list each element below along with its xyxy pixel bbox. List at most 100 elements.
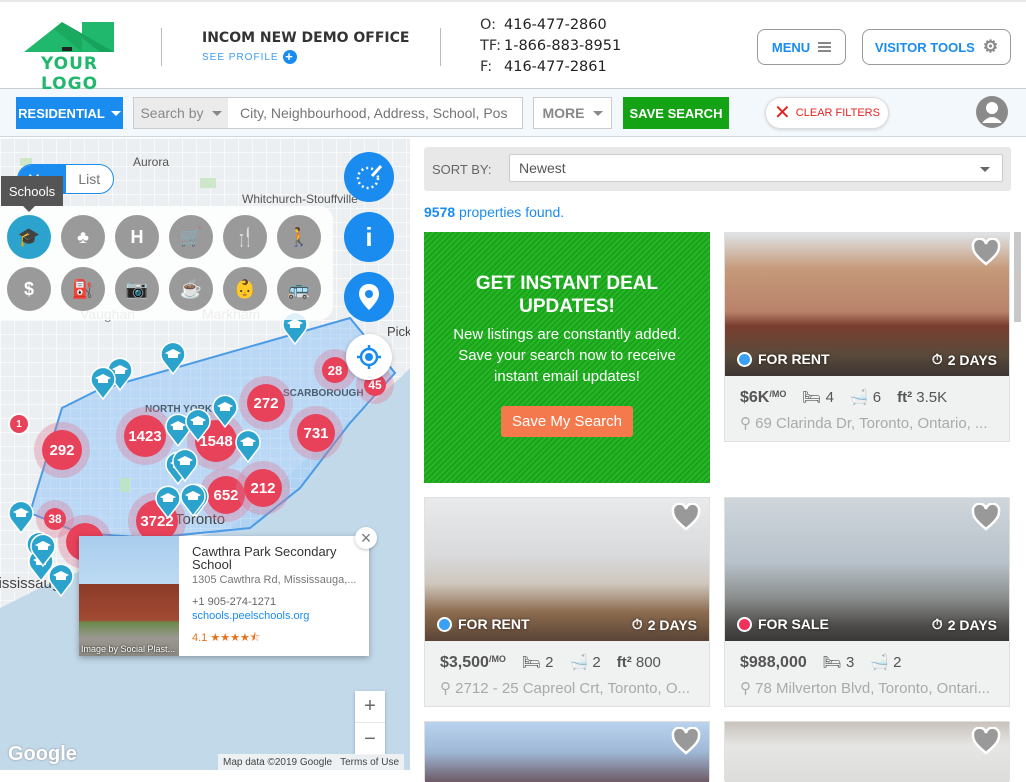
place-website-link[interactable]: schools.peelschools.org xyxy=(192,610,309,622)
visitor-tools-button[interactable]: VISITOR TOOLS ⚙ xyxy=(862,29,1011,65)
listing-card[interactable]: FOR SALE ⏱ 2 DAYS $988,000 🛏 3 🛁 2 ⚲ 78 M… xyxy=(724,497,1010,707)
listing-card[interactable]: FOR RENT ⏱ 2 DAYS $3,500/MO 🛏 2 🛁 2 ft² 8… xyxy=(424,497,710,707)
shopping-poi-button[interactable]: 🛒 xyxy=(169,215,213,259)
sort-dropdown[interactable]: Newest xyxy=(509,154,1003,182)
list-view-tab[interactable]: List xyxy=(66,165,114,193)
clear-filters-button[interactable]: ✕ CLEAR FILTERS xyxy=(765,97,889,129)
results-count: 9578 properties found. xyxy=(424,204,564,220)
listing-age: ⏱ 2 DAYS xyxy=(632,616,697,633)
restaurants-poi-button[interactable]: 🍴 xyxy=(223,215,267,259)
stroller-icon: 👶 xyxy=(233,278,257,299)
baths-count: 2 xyxy=(592,654,601,671)
my-location-button[interactable] xyxy=(346,334,392,380)
favorite-heart-icon[interactable] xyxy=(971,238,1001,266)
school-map-pin[interactable] xyxy=(90,366,116,401)
listing-cluster[interactable]: 292 xyxy=(42,430,82,470)
place-photo[interactable]: Image by Social Plast... xyxy=(79,536,179,656)
hospitals-poi-button[interactable]: H xyxy=(115,215,159,259)
menu-button[interactable]: MENU xyxy=(757,29,846,65)
listing-cluster[interactable]: 28 xyxy=(322,357,348,383)
phone-office[interactable]: O: 416-477-2860 xyxy=(480,15,621,36)
phone-label: O: xyxy=(480,17,497,33)
listing-cluster[interactable]: 272 xyxy=(247,384,285,422)
school-map-pin[interactable] xyxy=(48,563,74,598)
school-map-pin[interactable] xyxy=(185,408,211,443)
listing-cluster[interactable]: 1 xyxy=(10,415,28,433)
cafes-poi-button[interactable]: ☕ xyxy=(169,267,213,311)
property-type-dropdown[interactable]: RESIDENTIAL xyxy=(16,97,123,129)
zoom-in-button[interactable]: + xyxy=(355,691,385,723)
listing-photo[interactable] xyxy=(425,722,709,782)
address-text: 69 Clarinda Dr, Toronto, Ontario, ... xyxy=(755,415,988,432)
beds: 🛏 2 xyxy=(522,653,554,671)
banks-poi-button[interactable]: $ xyxy=(7,267,51,311)
phone-fax[interactable]: F: 416-477-2861 xyxy=(480,57,621,78)
school-map-pin[interactable] xyxy=(212,394,238,429)
school-map-pin[interactable] xyxy=(172,448,198,483)
transit-poi-button[interactable]: 🚌 xyxy=(277,267,321,311)
listing-card[interactable] xyxy=(424,721,710,782)
status-dot-icon xyxy=(437,616,452,632)
phone-label: F: xyxy=(480,59,493,75)
childcare-poi-button[interactable]: 👶 xyxy=(223,267,267,311)
favorite-heart-icon[interactable] xyxy=(971,503,1001,531)
see-profile-link[interactable]: SEE PROFILE + xyxy=(202,50,409,64)
school-map-pin[interactable] xyxy=(235,429,261,464)
divider xyxy=(161,28,162,66)
save-my-search-button[interactable]: Save My Search xyxy=(500,406,634,437)
school-map-pin[interactable] xyxy=(30,533,56,568)
sqft: ft² 800 xyxy=(617,654,661,671)
phone-tollfree[interactable]: TF: 1-866-883-8951 xyxy=(480,36,621,57)
terms-of-use-link[interactable]: Terms of Use xyxy=(340,757,399,768)
phone-number: 416-477-2861 xyxy=(504,59,607,75)
parks-poi-button[interactable]: ♣ xyxy=(61,215,105,259)
school-map-pin[interactable] xyxy=(180,483,206,518)
draw-area-button[interactable] xyxy=(344,152,394,202)
listing-cluster[interactable]: 731 xyxy=(297,414,335,452)
schools-poi-button[interactable]: 🎓 xyxy=(7,215,51,259)
favorite-heart-icon[interactable] xyxy=(671,727,701,755)
save-search-button[interactable]: SAVE SEARCH xyxy=(623,97,729,129)
listing-card[interactable] xyxy=(724,721,1010,782)
favorite-heart-icon[interactable] xyxy=(671,503,701,531)
status-dot-icon xyxy=(737,351,752,367)
listing-address: ⚲ 69 Clarinda Dr, Toronto, Ontario, ... xyxy=(740,414,988,432)
close-info-window-button[interactable]: × xyxy=(355,527,377,549)
listing-cluster[interactable]: 1423 xyxy=(124,415,166,457)
more-filters-dropdown[interactable]: MORE xyxy=(533,97,612,129)
bathtub-icon: 🛁 xyxy=(569,654,589,671)
search-bar: RESIDENTIAL Search by MORE SAVE SEARCH ✕… xyxy=(0,89,1026,137)
listing-cluster[interactable]: 212 xyxy=(244,469,282,507)
user-avatar[interactable] xyxy=(976,96,1008,128)
travel-poi-button[interactable]: 🚶 xyxy=(277,215,321,259)
listing-cluster[interactable]: 38 xyxy=(44,508,66,530)
map-view[interactable]: Aurora Whitchurch-Stouffville Vaughan Ma… xyxy=(0,138,410,770)
info-button[interactable]: i xyxy=(344,212,394,262)
school-map-pin[interactable] xyxy=(8,500,34,535)
baths: 🛁 6 xyxy=(850,388,881,406)
dollar-icon: $ xyxy=(23,278,34,299)
search-by-dropdown[interactable]: Search by xyxy=(133,97,229,129)
favorite-heart-icon[interactable] xyxy=(971,727,1001,755)
listing-card[interactable]: FOR RENT ⏱ 2 DAYS $6K/MO 🛏 4 🛁 6 ft² 3.5K… xyxy=(724,232,1010,442)
search-input[interactable] xyxy=(228,97,523,129)
location-pin-icon: ⚲ xyxy=(440,680,451,697)
phone-number: 1-866-883-8951 xyxy=(504,38,622,54)
map-label: Pick xyxy=(387,324,410,339)
logo[interactable]: YOUR LOGO xyxy=(22,20,117,94)
results-scrollbar[interactable] xyxy=(1014,232,1021,322)
school-map-pin[interactable] xyxy=(160,341,186,376)
beds-count: 3 xyxy=(845,654,855,671)
zoom-out-button[interactable]: − xyxy=(355,723,385,755)
gas-poi-button[interactable]: ⛽ xyxy=(61,267,105,311)
listing-cluster[interactable]: 652 xyxy=(207,476,245,514)
listing-photo[interactable] xyxy=(725,722,1009,782)
pin-location-button[interactable] xyxy=(344,272,394,322)
place-rating: 4.1 ★★★★⯪ xyxy=(192,629,260,648)
attractions-poi-button[interactable]: 📷 xyxy=(115,267,159,311)
price-suffix: /MO xyxy=(769,389,787,399)
price-value: $3,500 xyxy=(440,654,489,671)
age-label: 2 DAYS xyxy=(947,351,997,368)
info-icon: i xyxy=(365,221,373,252)
school-map-pin[interactable] xyxy=(155,485,181,520)
